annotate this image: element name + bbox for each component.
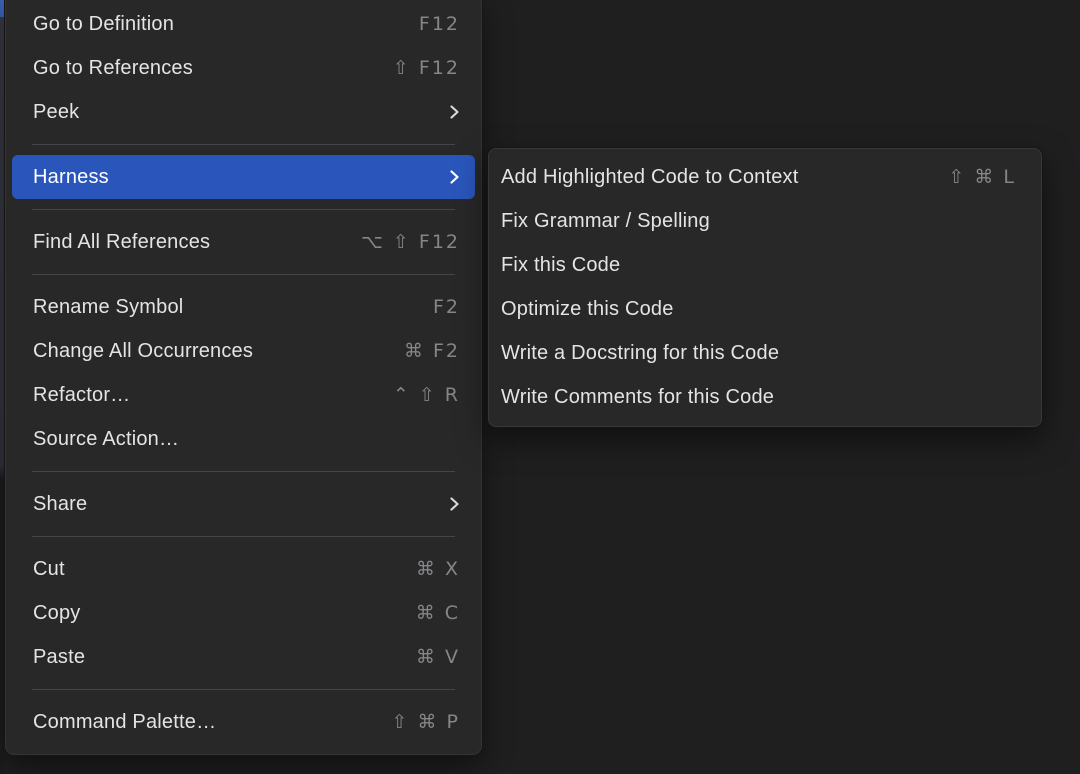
menu-item-label: Fix Grammar / Spelling	[501, 210, 710, 233]
menu-item-rename-symbol[interactable]: Rename Symbol F2	[5, 285, 482, 329]
context-menu-items: Go to Definition F12 Go to References ⇧ F12…	[5, 2, 482, 744]
menu-item-find-all-references[interactable]: Find All References ⌥ ⇧ F12	[5, 220, 482, 264]
menu-item-write-comments-for-this-code[interactable]: Write Comments for this Code	[488, 375, 1042, 419]
menu-item-shortcut: ⌘ X	[416, 558, 460, 580]
menu-item-label: Copy	[33, 602, 81, 625]
menu-item-optimize-this-code[interactable]: Optimize this Code	[488, 287, 1042, 331]
menu-item-fix-grammar-spelling[interactable]: Fix Grammar / Spelling	[488, 199, 1042, 243]
menu-item-shortcut: ⌘ F2	[404, 340, 460, 362]
menu-item-source-action[interactable]: Source Action…	[5, 417, 482, 461]
menu-item-label: Command Palette…	[33, 711, 216, 734]
menu-item-shortcut: ⌥ ⇧ F12	[361, 231, 460, 253]
menu-item-copy[interactable]: Copy ⌘ C	[5, 591, 482, 635]
menu-item-label: Optimize this Code	[501, 298, 674, 321]
menu-item-label: Paste	[33, 646, 85, 669]
menu-item-shortcut: ⌘ V	[416, 646, 460, 668]
chevron-right-icon	[449, 104, 460, 120]
chevron-right-icon	[449, 169, 460, 185]
menu-item-label: Share	[33, 493, 87, 516]
menu-item-label: Refactor…	[33, 384, 130, 407]
menu-divider	[32, 536, 455, 537]
menu-divider	[32, 274, 455, 275]
menu-item-label: Write Comments for this Code	[501, 386, 774, 409]
menu-item-label: Change All Occurrences	[33, 340, 253, 363]
menu-item-label: Go to Definition	[33, 13, 174, 36]
menu-item-label: Harness	[33, 166, 109, 189]
menu-item-command-palette[interactable]: Command Palette… ⇧ ⌘ P	[5, 700, 482, 744]
menu-item-shortcut: ⌘ C	[416, 602, 460, 624]
menu-divider	[32, 209, 455, 210]
menu-item-go-to-definition[interactable]: Go to Definition F12	[5, 2, 482, 46]
menu-item-label: Source Action…	[33, 428, 179, 451]
menu-divider	[32, 471, 455, 472]
menu-item-shortcut: F2	[433, 296, 460, 318]
context-menu: Go to Definition F12 Go to References ⇧ F12…	[4, 0, 483, 756]
menu-item-share[interactable]: Share	[5, 482, 482, 526]
menu-item-go-to-references[interactable]: Go to References ⇧ F12	[5, 46, 482, 90]
harness-submenu: Add Highlighted Code to Context ⇧ ⌘ L Fix …	[487, 147, 1043, 428]
chevron-right-icon	[449, 496, 460, 512]
harness-submenu-items: Add Highlighted Code to Context ⇧ ⌘ L Fix …	[488, 155, 1042, 419]
menu-item-peek[interactable]: Peek	[5, 90, 482, 134]
menu-item-label: Peek	[33, 101, 79, 124]
menu-item-shortcut: ⇧ F12	[393, 57, 460, 79]
menu-item-shortcut: ⌃ ⇧ R	[393, 384, 460, 406]
menu-item-add-highlighted-code-to-context[interactable]: Add Highlighted Code to Context ⇧ ⌘ L	[488, 155, 1042, 199]
menu-item-fix-this-code[interactable]: Fix this Code	[488, 243, 1042, 287]
menu-item-label: Add Highlighted Code to Context	[501, 166, 799, 189]
menu-item-label: Fix this Code	[501, 254, 620, 277]
menu-item-label: Rename Symbol	[33, 296, 183, 319]
menu-item-harness[interactable]: Harness	[12, 155, 475, 199]
screen-background: Go to Definition F12 Go to References ⇧ F12…	[0, 0, 1080, 774]
menu-item-cut[interactable]: Cut ⌘ X	[5, 547, 482, 591]
menu-divider	[32, 689, 455, 690]
menu-item-write-a-docstring-for-this-code[interactable]: Write a Docstring for this Code	[488, 331, 1042, 375]
menu-item-label: Go to References	[33, 57, 193, 80]
menu-item-shortcut: F12	[419, 13, 460, 35]
menu-item-paste[interactable]: Paste ⌘ V	[5, 635, 482, 679]
menu-item-label: Find All References	[33, 231, 210, 254]
menu-divider	[32, 144, 455, 145]
menu-item-shortcut: ⇧ ⌘ P	[392, 711, 460, 733]
menu-item-refactor[interactable]: Refactor… ⌃ ⇧ R	[5, 373, 482, 417]
menu-item-label: Write a Docstring for this Code	[501, 342, 779, 365]
menu-item-shortcut: ⇧ ⌘ L	[948, 166, 1016, 188]
menu-item-change-all-occurrences[interactable]: Change All Occurrences ⌘ F2	[5, 329, 482, 373]
menu-item-label: Cut	[33, 558, 65, 581]
